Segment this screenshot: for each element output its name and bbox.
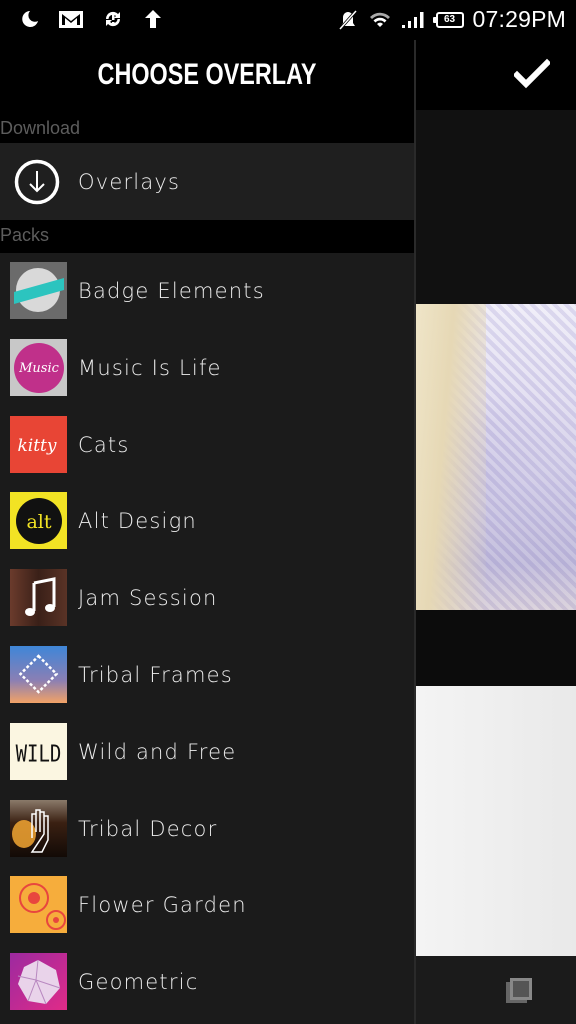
wild-and-free-thumbnail: WILD [10,722,67,780]
tribal-frames-thumbnail [10,645,67,703]
download-overlays-item[interactable]: Overlays [0,143,414,220]
svg-text:alt: alt [26,511,51,533]
pack-item-tribal-decor[interactable]: Tribal Decor [0,791,414,868]
drawer-header: CHOOSE OVERLAY [0,40,414,116]
cats-thumbnail: kitty [10,415,67,473]
battery-icon: 63 [432,11,464,28]
muted-bell-icon [338,9,357,30]
clock: 07:29PM [472,6,566,32]
geometric-thumbnail [10,953,67,1011]
pack-label: Jam Session [78,586,218,611]
pack-label: Alt Design [78,509,197,534]
pack-item-jam-session[interactable]: Jam Session [0,560,414,637]
music-is-life-thumbnail: Music [10,338,67,396]
pack-item-music-is-life[interactable]: Music Music Is Life [0,330,414,407]
svg-text:WILD: WILD [16,741,62,767]
pack-item-wild-and-free[interactable]: WILD Wild and Free [0,714,414,791]
pack-label: Wild and Free [78,739,237,764]
drawer-title: CHOOSE OVERLAY [97,58,317,91]
battery-level: 63 [443,14,456,25]
pack-item-tribal-frames[interactable]: Tribal Frames [0,637,414,714]
download-circle-icon [14,159,60,205]
sync-alert-icon [105,11,121,27]
upload-arrow-icon [145,10,161,28]
signal-icon [401,11,424,28]
checkmark-icon[interactable] [514,58,550,92]
pack-item-badge-elements[interactable]: Badge Elements [0,253,414,330]
pack-label: Geometric [78,970,199,995]
section-header-download: Download [0,116,414,143]
photo-preview-image[interactable] [416,304,576,610]
pack-label: Tribal Frames [78,662,233,687]
image-separator [416,610,576,686]
editor-canvas [416,40,576,1024]
pack-item-flower-garden[interactable]: Flower Garden [0,867,414,944]
moon-icon [22,11,38,27]
pack-label: Badge Elements [78,279,265,303]
pack-item-alt-design[interactable]: alt Alt Design [0,483,414,560]
wifi-icon [369,12,390,27]
tribal-decor-thumbnail [10,799,67,857]
badge-elements-thumbnail [10,262,67,319]
navigation-drawer: CHOOSE OVERLAY Download Overlays Packs B… [0,40,416,1024]
section-header-packs: Packs [0,220,414,253]
section-label: Packs [0,225,50,245]
svg-text:kitty: kitty [17,436,56,456]
alt-design-thumbnail: alt [10,492,67,550]
photo-detail [416,304,486,610]
jam-session-thumbnail [10,569,67,627]
pack-item-cats[interactable]: kitty Cats [0,407,414,484]
status-bar: 63 07:29PM [0,0,576,40]
pack-label: Tribal Decor [78,816,218,841]
pack-label: Cats [78,432,130,457]
pack-item-geometric[interactable]: Geometric [0,944,414,1021]
pack-label: Flower Garden [78,893,247,918]
svg-text:Music: Music [18,361,60,376]
download-overlays-label: Overlays [78,170,181,194]
pack-label: Music Is Life [78,355,222,380]
gmail-icon [59,11,83,28]
editor-toolbar [416,40,576,110]
flower-garden-thumbnail [10,876,67,934]
packs-list: Badge Elements Music Music Is Life kitty… [0,253,414,1021]
section-label: Download [0,118,81,138]
bottom-toolbar [416,956,576,1024]
secondary-image[interactable] [416,686,576,956]
layers-icon[interactable] [504,976,534,1006]
